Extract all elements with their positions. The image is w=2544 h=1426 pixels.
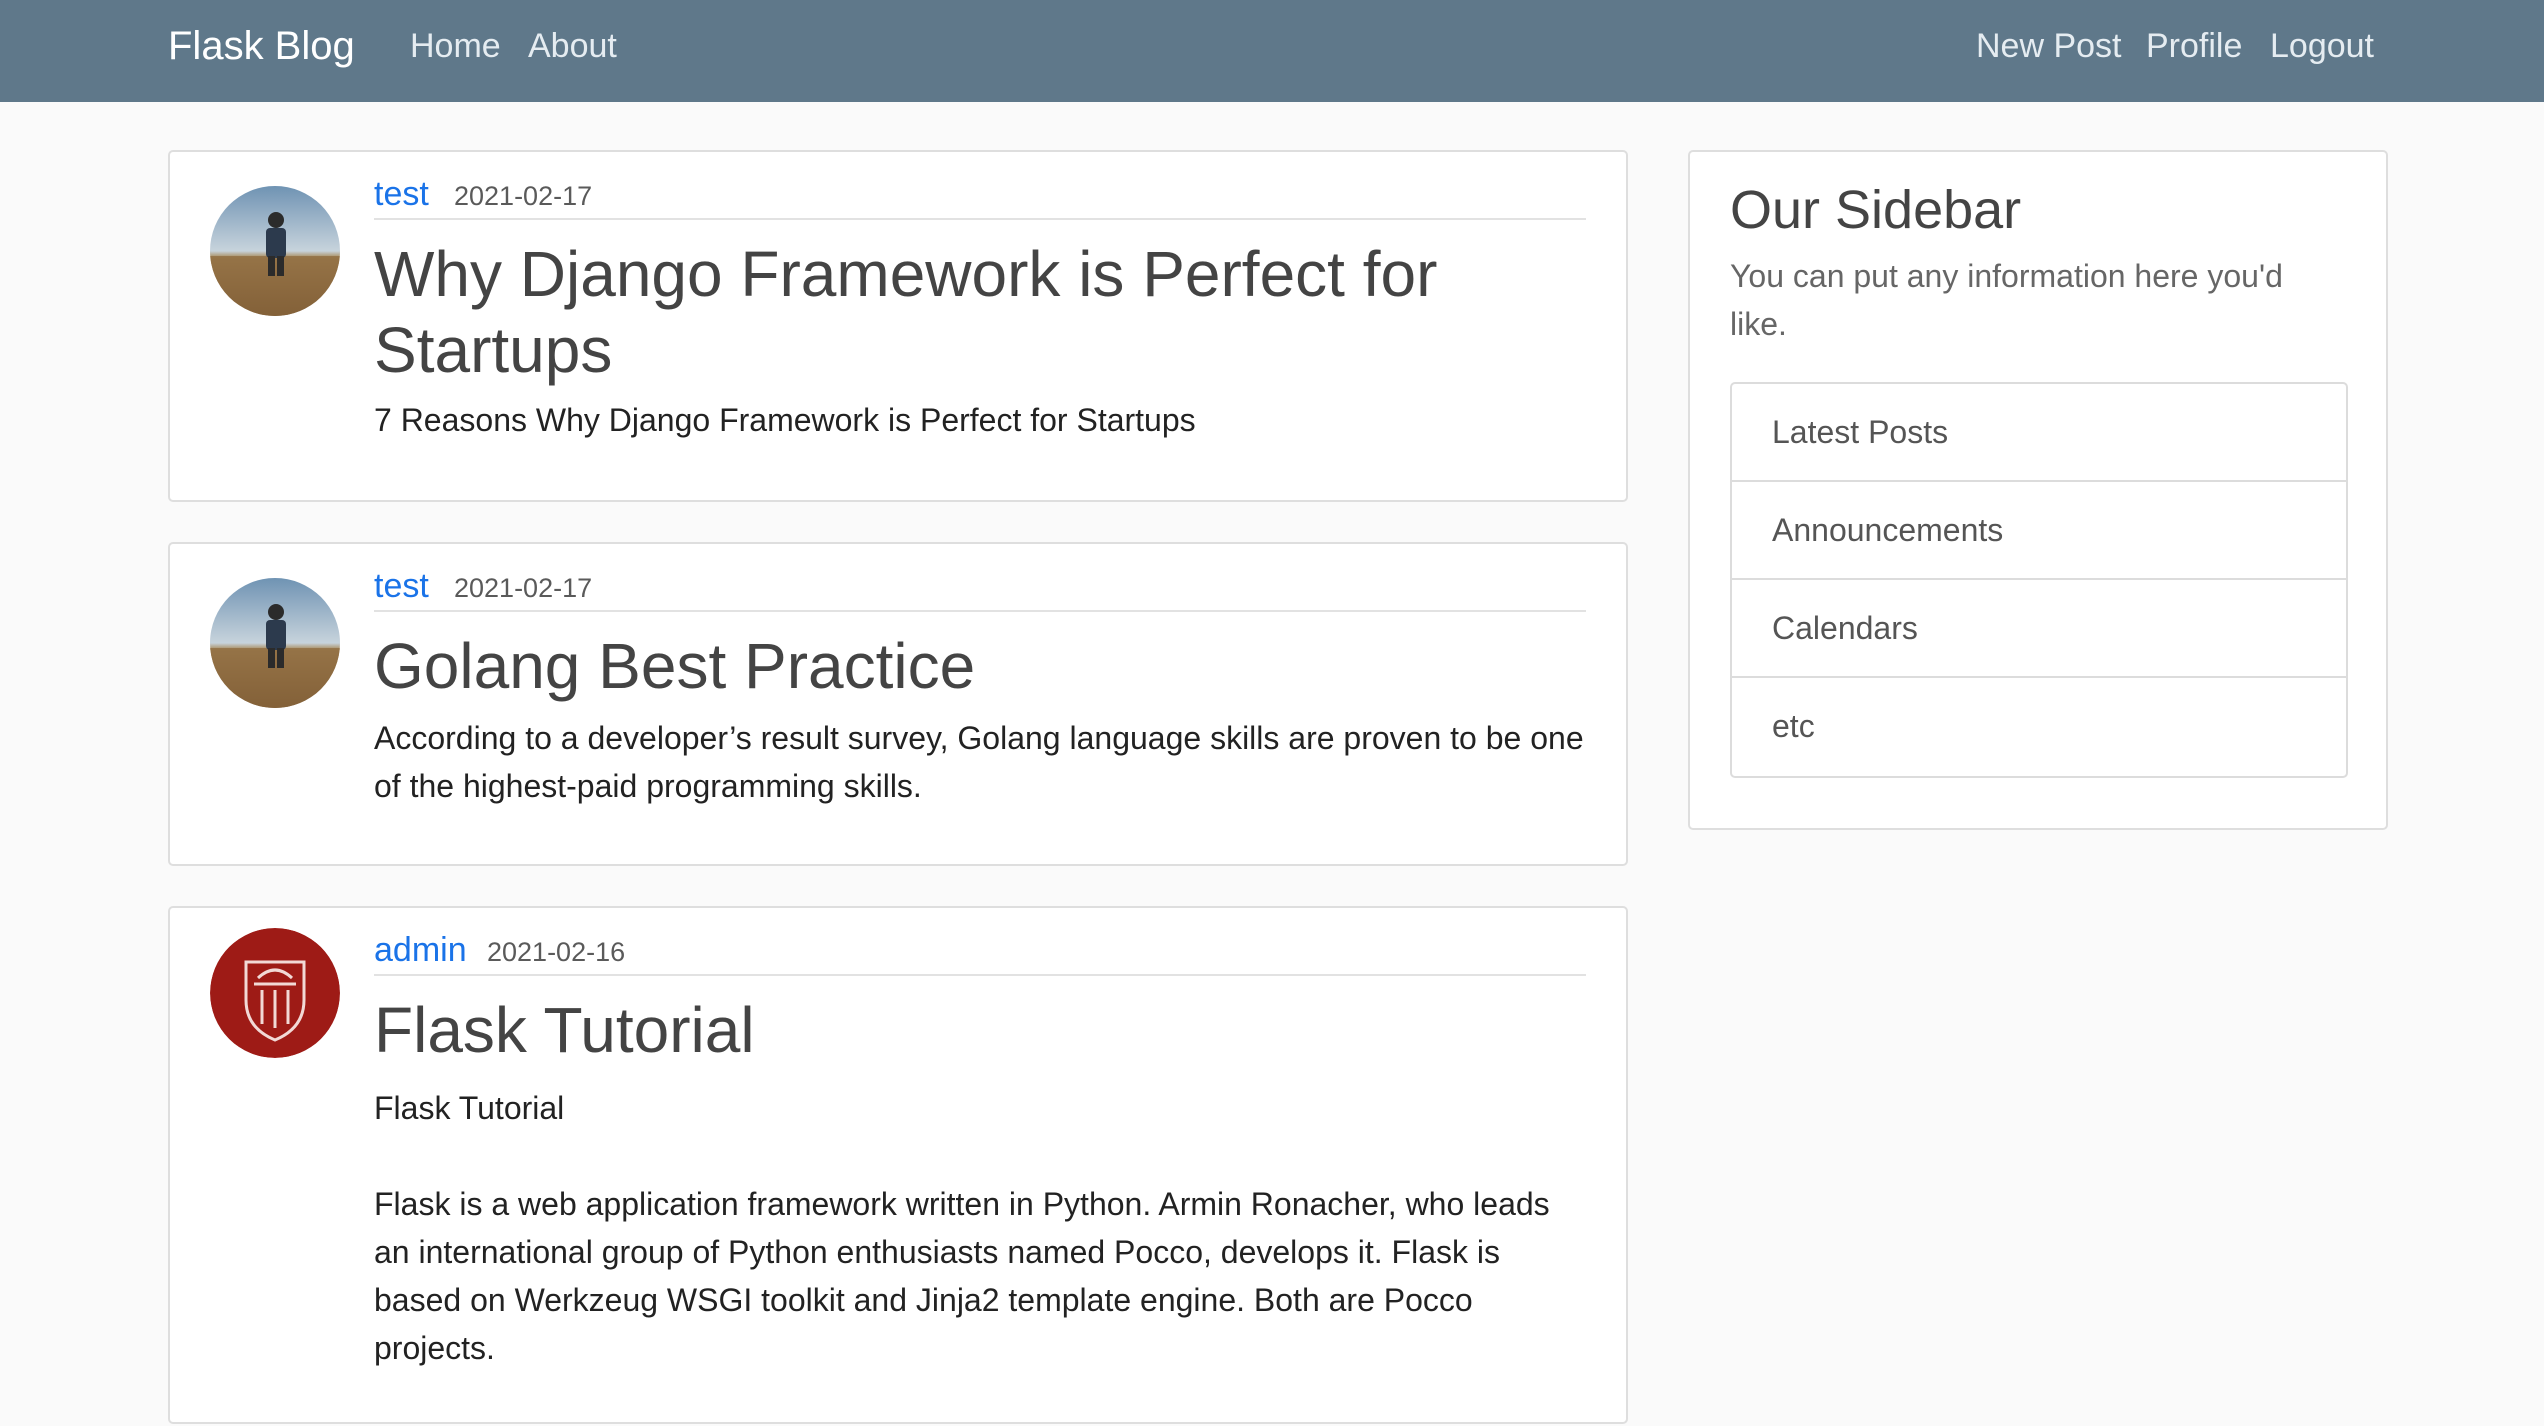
post-content: Flask Tutorial Flask is a web applicatio… [374, 1090, 1550, 1366]
post-card: admin 2021-02-16 Flask Tutorial Flask Tu… [168, 906, 1628, 1424]
landscape-person-avatar [210, 186, 340, 316]
sidebar-item-announcements[interactable]: Announcements [1732, 482, 2346, 580]
university-seal-avatar [210, 928, 340, 1058]
post-author-link[interactable]: admin [374, 930, 467, 970]
post-meta: test 2021-02-17 [374, 544, 1586, 612]
post-meta: test 2021-02-17 [374, 152, 1586, 220]
post-author-link[interactable]: test [374, 174, 429, 214]
top-navbar: Flask Blog Home About New Post Profile L… [0, 0, 2544, 102]
sidebar-title: Our Sidebar [1730, 180, 2022, 240]
post-date: 2021-02-17 [454, 181, 593, 211]
post-content: 7 Reasons Why Django Framework is Perfec… [374, 402, 1196, 438]
post-title-link[interactable]: Why Django Framework is Perfect for Star… [374, 236, 1586, 388]
nav-profile-link[interactable]: Profile [2146, 24, 2242, 68]
post-author-link[interactable]: test [374, 566, 429, 606]
post-title-link[interactable]: Flask Tutorial [374, 992, 1586, 1068]
landscape-person-avatar [210, 578, 340, 708]
post-date: 2021-02-16 [487, 937, 626, 967]
sidebar-item-latest-posts[interactable]: Latest Posts [1732, 384, 2346, 482]
nav-home-link[interactable]: Home [410, 24, 501, 68]
nav-logout-link[interactable]: Logout [2270, 24, 2374, 68]
post-card: test 2021-02-17 Why Django Framework is … [168, 150, 1628, 502]
brand-link[interactable]: Flask Blog [168, 22, 355, 70]
sidebar-item-calendars[interactable]: Calendars [1732, 580, 2346, 678]
sidebar-list: Latest Posts Announcements Calendars etc [1730, 382, 2348, 778]
post-title-link[interactable]: Golang Best Practice [374, 628, 1586, 704]
sidebar-description: You can put any information here you'd l… [1730, 258, 2283, 342]
sidebar-item-etc[interactable]: etc [1732, 678, 2346, 776]
post-date: 2021-02-17 [454, 573, 593, 603]
sidebar-card: Our Sidebar You can put any information … [1688, 150, 2388, 830]
post-content: According to a developer’s result survey… [374, 720, 1584, 804]
post-meta: admin 2021-02-16 [374, 908, 1586, 976]
post-card: test 2021-02-17 Golang Best Practice Acc… [168, 542, 1628, 866]
nav-new-post-link[interactable]: New Post [1976, 24, 2122, 68]
nav-about-link[interactable]: About [528, 24, 617, 68]
